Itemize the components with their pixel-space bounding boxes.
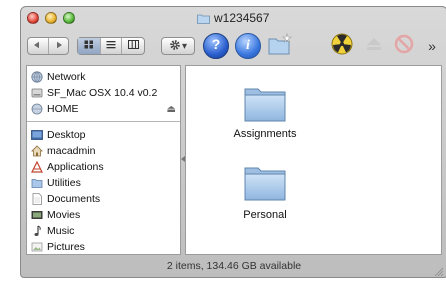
back-arrow-icon [33,41,42,52]
more-toolbar-items-button[interactable]: » [423,33,441,59]
help-button[interactable]: ? [203,33,229,59]
sidebar-item-network[interactable]: Network [31,69,86,85]
sidebar-item-label: Network [47,71,86,83]
close-window-button[interactable] [27,12,39,24]
sidebar-item-label: Music [47,225,75,237]
file-browser-area: Assignments Personal [185,65,442,255]
sidebar: Network SF_Mac OSX 10.4 v0.2 HOME ⏏ Desk… [26,65,181,255]
delete-button[interactable] [391,33,417,59]
sidebar-item-documents[interactable]: Documents [31,191,100,207]
status-text: 2 items, 134.46 GB available [166,260,302,272]
sidebar-divider [27,121,180,122]
sidebar-item-music[interactable]: Music [31,223,74,239]
title-bar[interactable]: w1234567 [21,7,446,29]
network-volume-icon [31,103,43,115]
globe-icon [31,71,43,83]
sidebar-item-sf-mac-osx[interactable]: SF_Mac OSX 10.4 v0.2 [31,85,157,101]
sidebar-item-label: SF_Mac OSX 10.4 v0.2 [47,87,158,99]
status-bar: 2 items, 134.46 GB available [21,255,446,277]
sidebar-item-label: Applications [47,161,104,173]
forward-button[interactable] [49,38,69,54]
sidebar-item-label: Desktop [47,129,86,141]
sidebar-item-utilities[interactable]: Utilities [31,175,81,191]
forward-arrow-icon [54,41,63,52]
file-item-label: Assignments [233,128,297,140]
sidebar-item-pictures[interactable]: Pictures [31,239,85,255]
info-icon: i [240,36,256,57]
pictures-icon [31,241,43,253]
back-button[interactable] [28,38,49,54]
no-entry-icon [394,34,414,59]
sidebar-item-label: Pictures [47,241,85,253]
column-view-icon [127,40,139,52]
sidebar-item-desktop[interactable]: Desktop [31,127,86,143]
folder-icon [243,83,287,123]
help-icon: ? [208,36,224,57]
disk-icon [31,87,43,99]
icon-view-button[interactable] [78,38,101,54]
column-view-button[interactable] [122,38,144,54]
list-view-button[interactable] [101,38,123,54]
finder-window: w1234567 ▾ ? i » Network SF_Mac OSX 10.4… [20,6,446,278]
eject-icon[interactable]: ⏏ [167,104,176,115]
sidebar-item-label: macadmin [47,145,96,157]
view-mode-control [77,37,145,55]
sidebar-item-home-volume[interactable]: HOME ⏏ [31,101,176,117]
folder-icon [243,162,287,202]
folder-icon [197,13,210,24]
sidebar-item-label: HOME [47,103,79,115]
resize-grip-icon[interactable] [434,264,444,277]
home-icon [31,145,43,157]
desktop-icon [31,129,43,141]
sidebar-item-label: Movies [47,209,81,221]
eject-icon [366,37,382,56]
minimize-window-button[interactable] [45,12,57,24]
new-folder-button[interactable] [267,32,293,61]
sidebar-item-label: Documents [47,193,101,205]
gear-icon [169,39,181,54]
file-item-label: Personal [243,209,287,221]
toolbar: ▾ ? i » [21,29,446,65]
sidebar-item-label: Utilities [47,177,81,189]
action-menu-button[interactable]: ▾ [161,37,195,55]
movies-icon [31,209,43,221]
zoom-window-button[interactable] [63,12,75,24]
back-forward-control [27,37,69,55]
list-view-icon [106,40,116,52]
icon-view-icon [84,40,94,52]
documents-icon [31,193,43,205]
music-icon [31,225,43,237]
sidebar-item-movies[interactable]: Movies [31,207,80,223]
chevron-down-icon: ▾ [181,40,188,52]
svg-text:i: i [246,38,250,52]
applications-icon [31,161,43,173]
sidebar-item-macadmin[interactable]: macadmin [31,143,95,159]
get-info-button[interactable]: i [235,33,261,59]
window-title: w1234567 [197,10,269,26]
new-folder-icon [267,32,293,61]
sidebar-item-applications[interactable]: Applications [31,159,104,175]
eject-button[interactable] [361,33,387,59]
utilities-icon [31,177,43,189]
svg-text:?: ? [212,36,221,52]
burn-icon [331,33,353,60]
burn-button[interactable] [329,33,355,59]
window-title-text: w1234567 [214,11,270,25]
double-chevron-icon: » [428,38,436,54]
